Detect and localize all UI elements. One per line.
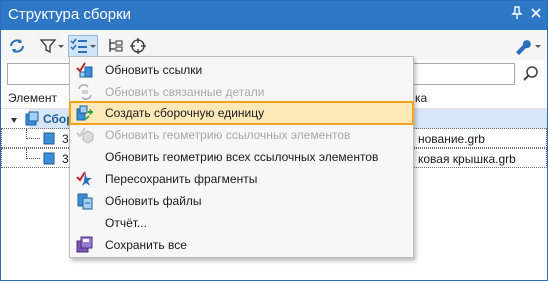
close-icon[interactable] [528, 6, 544, 22]
menu-item-create-assembly-unit[interactable]: Создать сборочную единицу [69, 101, 414, 125]
menu-item-save-all[interactable]: Сохранить все [70, 234, 413, 256]
menu-item-label: Создать сборочную единицу [105, 106, 265, 120]
menu-item-resave-fragments[interactable]: Пересохранить фрагменты [70, 168, 413, 190]
tree-line [26, 158, 40, 159]
list-options-icon[interactable] [68, 35, 98, 57]
title-bar: Структура сборки [1, 1, 547, 30]
menu-item-label: Обновить ссылки [105, 63, 203, 77]
search-icon[interactable] [522, 65, 540, 83]
menu-item-label: Обновить геометрию ссылочных элементов [105, 128, 351, 142]
column-element[interactable]: Элемент [8, 91, 57, 105]
update-links-icon [76, 61, 94, 79]
menu-item-label: Отчёт... [105, 216, 147, 230]
part-icon [42, 130, 58, 149]
menu-item-label: Обновить связанные детали [105, 85, 265, 99]
panel-title: Структура сборки [8, 6, 132, 23]
refresh-icon[interactable] [7, 35, 29, 57]
collapse-icon[interactable] [10, 114, 18, 128]
menu-item-label: Обновить файлы [105, 194, 202, 208]
context-menu: Обновить ссылки Обновить связанные детал… [69, 56, 414, 258]
menu-item-label: Обновить геометрию всех ссылочных элемен… [105, 150, 379, 164]
create-assembly-icon [76, 104, 94, 122]
tree-row-file: нование.grb [418, 132, 485, 146]
filter-icon[interactable] [39, 35, 65, 57]
save-all-icon [76, 236, 94, 254]
ref-geometry-icon [76, 126, 94, 144]
menu-item-update-linked-parts[interactable]: Обновить связанные детали [70, 81, 413, 103]
menu-item-update-all-ref-geometry[interactable]: Обновить геометрию всех ссылочных элемен… [70, 146, 413, 168]
tree-row-label: 3 [62, 152, 69, 166]
menu-item-label: Пересохранить фрагменты [105, 172, 258, 186]
column-file[interactable]: ка [415, 91, 427, 105]
menu-item-report[interactable]: Отчёт... [70, 212, 413, 234]
resave-fragments-icon [76, 170, 94, 188]
menu-item-label: Сохранить все [105, 238, 187, 252]
menu-item-update-ref-geometry[interactable]: Обновить геометрию ссылочных элементов [70, 124, 413, 146]
tree-structure-icon[interactable] [107, 35, 127, 57]
wrench-icon[interactable] [513, 35, 543, 57]
menu-item-update-files[interactable]: Обновить файлы [70, 190, 413, 212]
tree-line [26, 138, 40, 139]
linked-parts-icon [76, 83, 94, 101]
tree-row-file: ковая крышка.grb [418, 152, 516, 166]
tree-row-label: 3 [62, 132, 69, 146]
update-files-icon [76, 192, 94, 210]
part-icon [42, 150, 58, 169]
target-icon[interactable] [129, 35, 149, 57]
pin-icon[interactable] [509, 6, 525, 22]
menu-item-update-links[interactable]: Обновить ссылки [70, 59, 413, 81]
